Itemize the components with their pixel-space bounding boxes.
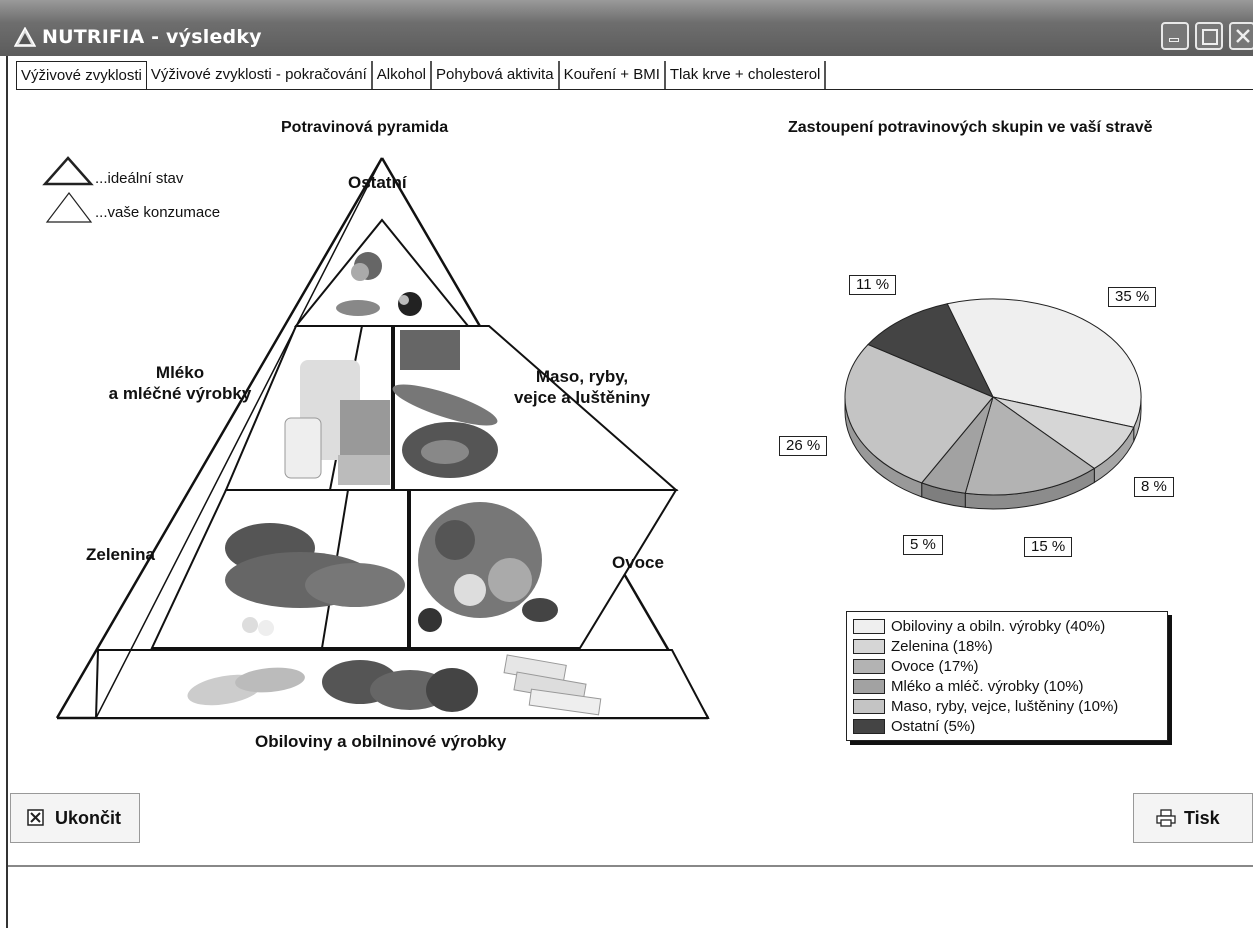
close-button[interactable] <box>1229 22 1253 50</box>
close-icon <box>1236 29 1250 43</box>
legend-label: Mléko a mléč. výrobky (10%) <box>891 677 1084 695</box>
tier-obiloviny <box>94 649 710 719</box>
legend-swatch <box>853 718 885 734</box>
pie-slice-4 <box>844 343 994 484</box>
pie-slice-3 <box>920 396 994 494</box>
legend-label: Ovoce (17%) <box>891 657 979 675</box>
pie-chart <box>844 298 1142 510</box>
pie-slice-side-2 <box>964 467 1095 510</box>
print-button-label: Tisk <box>1184 807 1220 828</box>
legend-item: Ostatní (5%) <box>853 716 1167 736</box>
pie-data-label: 15 % <box>1024 537 1073 557</box>
tab-vyzivove-zvyklosti-pokracovani[interactable]: Výživové zvyklosti - pokračování <box>147 61 373 89</box>
legend-item: Obiloviny a obiln. výrobky (40%) <box>853 616 1167 636</box>
consumption-triangle-icon <box>45 192 93 223</box>
pie-slice-2 <box>964 396 1096 496</box>
legend-label: Maso, ryby, vejce, luštěniny (10%) <box>891 697 1119 715</box>
legend-swatch <box>853 618 885 634</box>
label-ovoce: Ovoce <box>612 553 664 572</box>
label-obiloviny: Obiloviny a obilninové výrobky <box>255 732 507 751</box>
window-title: NUTRIFIA - výsledky <box>42 26 262 48</box>
tier-ostatni <box>293 218 471 327</box>
pie-title: Zastoupení potravinových skupin ve vaší … <box>788 119 1153 136</box>
app-logo-icon <box>14 27 36 47</box>
bottom-divider <box>8 865 1253 867</box>
minimize-button[interactable] <box>1161 22 1189 50</box>
legend-item: Maso, ryby, vejce, luštěniny (10%) <box>853 696 1167 716</box>
legend-swatch <box>853 658 885 674</box>
tier-mleko-maso <box>224 325 679 491</box>
print-button[interactable]: Tisk <box>1133 793 1253 843</box>
legend-swatch <box>853 698 885 714</box>
pyramid-title: Potravinová pyramida <box>281 119 449 136</box>
legend-swatch <box>853 638 885 654</box>
legend-item: Mléko a mléč. výrobky (10%) <box>853 676 1167 696</box>
app-window: NUTRIFIA - výsledky Výživové zvyklosti V… <box>0 0 1253 928</box>
tab-koureni-bmi[interactable]: Kouření + BMI <box>560 61 666 89</box>
title-bar[interactable]: NUTRIFIA - výsledky <box>0 0 1253 56</box>
label-maso: Maso, ryby, vejce a luštěniny <box>513 367 651 407</box>
pie-data-label: 11 % <box>849 275 897 295</box>
label-mleko: Mléko a mléčné výrobky <box>108 363 252 403</box>
pie-legend: Obiloviny a obiln. výrobky (40%) Zelenina… <box>846 611 1168 741</box>
pie-data-label: 26 % <box>779 436 828 456</box>
printer-icon <box>1156 809 1176 827</box>
pie-data-label: 8 % <box>1134 477 1174 497</box>
legend-label: Ostatní (5%) <box>891 717 976 735</box>
pie-data-label: 5 % <box>903 535 943 555</box>
pie-slice-5 <box>867 303 995 398</box>
legend-swatch <box>853 678 885 694</box>
window-left-border <box>6 56 8 928</box>
legend-label: Zelenina (18%) <box>891 637 993 655</box>
tier-zelenina-ovoce <box>150 489 678 649</box>
close-box-icon <box>27 809 44 826</box>
pie-slice-side-1 <box>1093 427 1135 484</box>
legend-ideal-label: ...ideální stav <box>95 170 184 187</box>
pie-slice-side-0 <box>1133 396 1142 442</box>
pie-slice-0 <box>946 298 1142 428</box>
tab-vyzivove-zvyklosti[interactable]: Výživové zvyklosti <box>16 61 147 89</box>
ideal-triangle-icon <box>42 156 94 186</box>
pie-slice-1 <box>992 396 1135 470</box>
ideal-pyramid <box>55 157 710 720</box>
pyramid-graphic <box>42 156 710 720</box>
quit-button-label: Ukončit <box>55 807 122 828</box>
legend-consumption-label: ...vaše konzumace <box>95 204 221 221</box>
tab-alkohol[interactable]: Alkohol <box>373 61 432 89</box>
label-ostatni: Ostatní <box>348 173 407 192</box>
pie-data-label: 35 % <box>1108 287 1157 307</box>
tab-bar: Výživové zvyklosti Výživové zvyklosti - … <box>16 61 827 89</box>
legend-item: Ovoce (17%) <box>853 656 1167 676</box>
legend-label: Obiloviny a obiln. výrobky (40%) <box>891 617 1106 635</box>
tab-pohybova-aktivita[interactable]: Pohybová aktivita <box>432 61 560 89</box>
quit-button[interactable]: Ukončit <box>10 793 140 843</box>
legend-item: Zelenina (18%) <box>853 636 1167 656</box>
pie-slice-side-3 <box>921 482 966 508</box>
tab-underline <box>16 89 1253 90</box>
maximize-button[interactable] <box>1195 22 1223 50</box>
tab-tlak-krve-cholesterol[interactable]: Tlak krve + cholesterol <box>666 61 827 89</box>
pie-slice-side-4 <box>844 396 923 498</box>
label-zelenina: Zelenina <box>86 545 155 564</box>
consumption-pyramid-outline <box>95 157 383 719</box>
